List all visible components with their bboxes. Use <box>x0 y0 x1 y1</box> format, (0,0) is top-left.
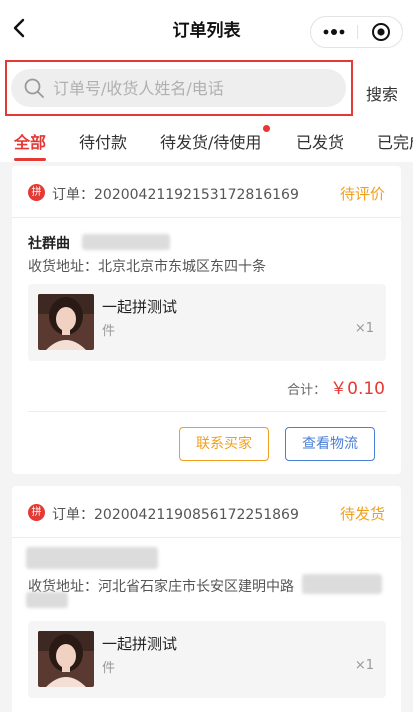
order-status-tabs: 全部 待付款 待发货/待使用 已发货 已完成 <box>0 118 413 162</box>
notification-dot <box>263 125 270 132</box>
order-header: 拼 订单：20200421190856172251869 待发货 <box>12 486 401 538</box>
view-logistics-button[interactable]: 查看物流 <box>285 427 375 461</box>
product-quantity: ×1 <box>354 658 374 673</box>
more-menu-icon[interactable] <box>311 17 357 47</box>
redacted-address-line <box>26 592 68 608</box>
order-number: 订单：20200421192153172816169 <box>52 187 299 203</box>
order-status: 待发货 <box>339 505 385 523</box>
group-buy-badge: 拼 <box>28 504 45 521</box>
navigation-bar: 订单列表 <box>0 0 413 56</box>
redacted-address-detail <box>302 574 382 594</box>
product-name: 一起拼测试 <box>102 298 178 316</box>
tab-pending-shipment[interactable]: 待发货/待使用 <box>160 129 261 153</box>
mini-program-capsule <box>310 16 403 48</box>
total-amount: ￥0.10 <box>330 379 385 399</box>
contact-buyer-button[interactable]: 联系买家 <box>179 427 269 461</box>
order-card[interactable]: 拼 订单：20200421192153172816169 待评价 社群曲 收货地… <box>12 166 401 474</box>
order-card[interactable]: 拼 订单：20200421190856172251869 待发货 收货地址：河北… <box>12 486 401 712</box>
total-label: 合计： <box>287 383 327 398</box>
product-unit: 件 <box>102 661 116 676</box>
group-buy-badge: 拼 <box>28 184 45 201</box>
product-item[interactable]: 一起拼测试 件 ×1 <box>28 284 386 361</box>
search-bar: 搜索 <box>0 56 413 118</box>
order-total: 合计： ￥0.10 <box>287 374 385 399</box>
close-mini-program-icon[interactable] <box>358 17 403 47</box>
active-tab-indicator <box>14 158 46 161</box>
search-icon <box>23 77 45 99</box>
redacted-buyer-info <box>82 234 170 250</box>
order-number: 订单：20200421190856172251869 <box>52 507 299 523</box>
search-field-container[interactable] <box>11 69 346 107</box>
tab-all[interactable]: 全部 <box>14 129 46 153</box>
buyer-name: 社群曲 <box>28 236 70 252</box>
tab-pending-payment[interactable]: 待付款 <box>79 129 127 153</box>
tab-shipped[interactable]: 已发货 <box>296 129 344 153</box>
tab-completed[interactable]: 已完成 <box>377 129 413 153</box>
shipping-address: 收货地址：河北省石家庄市长安区建明中路 <box>28 579 294 595</box>
search-button[interactable]: 搜索 <box>366 81 398 105</box>
shipping-address: 收货地址：北京北京市东城区东四十条 <box>28 259 266 275</box>
product-thumbnail <box>38 294 94 350</box>
search-input[interactable] <box>53 69 333 107</box>
order-status: 待评价 <box>339 185 385 203</box>
product-unit: 件 <box>102 324 116 339</box>
redacted-buyer-name <box>26 547 158 569</box>
divider <box>28 411 386 412</box>
product-thumbnail <box>38 631 94 687</box>
product-quantity: ×1 <box>354 321 374 336</box>
product-item[interactable]: 一起拼测试 件 ×1 <box>28 621 386 698</box>
product-name: 一起拼测试 <box>102 635 178 653</box>
order-header: 拼 订单：20200421192153172816169 待评价 <box>12 166 401 218</box>
